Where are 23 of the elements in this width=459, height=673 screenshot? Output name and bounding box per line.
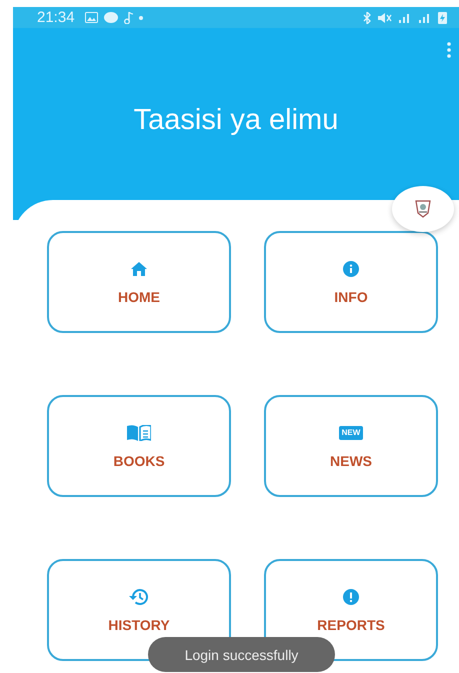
toast-message: Login successfully (148, 637, 335, 672)
history-icon (128, 588, 150, 606)
app-title: Taasisi ya elimu (134, 104, 338, 136)
info-icon (343, 261, 359, 277)
signal-icon (398, 12, 412, 23)
menu-card[interactable]: BOOKS (47, 395, 231, 497)
bluetooth-icon (363, 12, 372, 24)
image-icon (84, 12, 98, 23)
home-icon (131, 262, 147, 276)
new-badge-icon: NEW (338, 426, 364, 440)
menu-card[interactable]: INFO (264, 231, 438, 333)
mute-icon (378, 12, 392, 24)
crest-icon (413, 199, 433, 219)
signal-icon (418, 12, 432, 23)
battery-icon (438, 11, 447, 24)
book-icon (127, 425, 151, 441)
menu-card[interactable]: NEW NEWS (264, 395, 438, 497)
status-time: 21:34 (37, 9, 75, 26)
dot-icon (138, 16, 143, 20)
alert-icon (343, 589, 359, 605)
music-note-icon (124, 12, 133, 24)
menu-card[interactable]: HOME (47, 231, 231, 333)
more-menu-icon[interactable] (447, 42, 451, 58)
